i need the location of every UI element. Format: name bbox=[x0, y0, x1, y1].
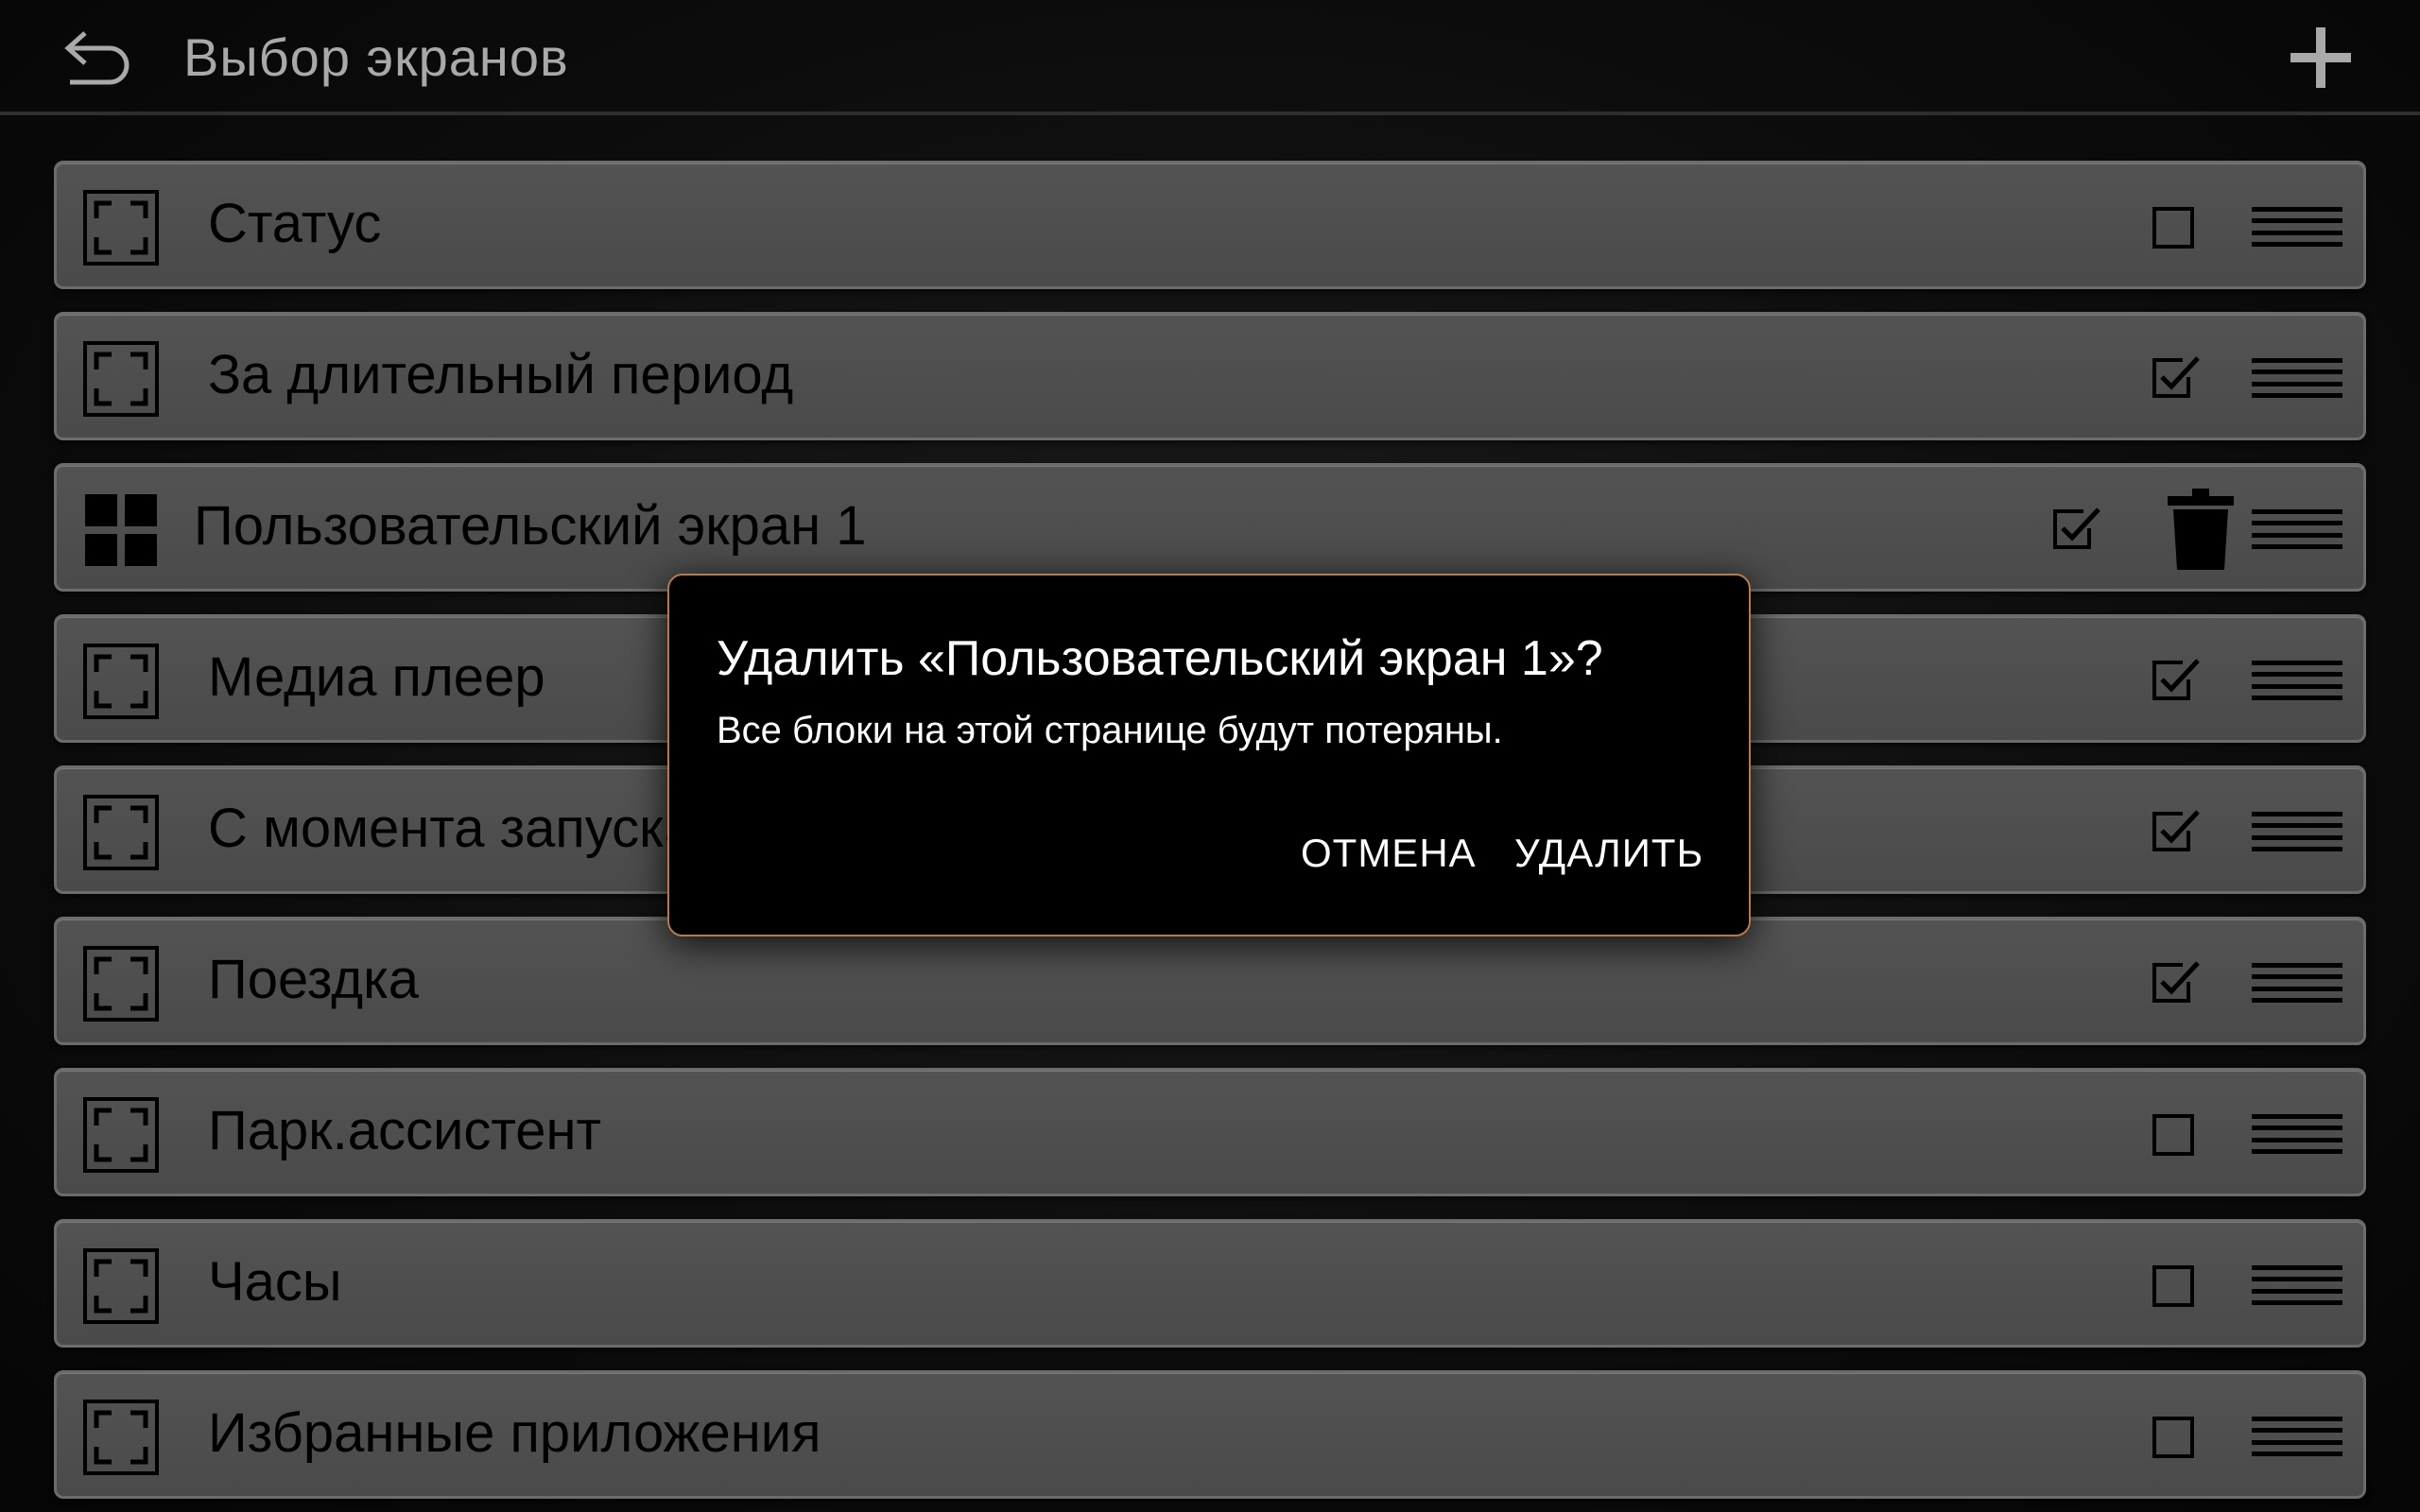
frame-icon bbox=[83, 1400, 159, 1475]
drag-handle-icon[interactable] bbox=[2252, 1415, 2342, 1458]
screen-row[interactable]: Пользовательский экран 1 bbox=[54, 463, 2366, 592]
screen-row-label: Парк.ассистент bbox=[208, 1100, 602, 1161]
screen-row-label: Статус bbox=[208, 193, 382, 254]
screen-row[interactable]: Статус bbox=[54, 161, 2366, 289]
frame-icon bbox=[83, 341, 159, 417]
screen-row[interactable]: Парк.ассистент bbox=[54, 1068, 2366, 1196]
checkbox-checked-icon[interactable] bbox=[2151, 957, 2204, 1010]
checkbox-unchecked-icon[interactable] bbox=[2151, 1260, 2204, 1313]
add-screen-button[interactable] bbox=[2278, 15, 2363, 100]
drag-handle-icon[interactable] bbox=[2252, 1112, 2342, 1156]
screen-row[interactable]: Часы bbox=[54, 1219, 2366, 1348]
frame-icon bbox=[83, 795, 159, 870]
back-button[interactable] bbox=[49, 19, 144, 96]
dialog-message: Все блоки на этой странице будут потерян… bbox=[717, 710, 1503, 751]
frame-icon bbox=[83, 644, 159, 719]
trash-icon[interactable] bbox=[2160, 487, 2241, 572]
checkbox-checked-icon[interactable] bbox=[2151, 655, 2204, 708]
checkbox-unchecked-icon[interactable] bbox=[2151, 1411, 2204, 1464]
frame-icon bbox=[83, 1248, 159, 1324]
screen-row[interactable]: Избранные приложения bbox=[54, 1370, 2366, 1499]
drag-handle-icon[interactable] bbox=[2252, 356, 2342, 400]
screen-row-label: С момента запуска bbox=[208, 798, 696, 859]
frame-icon bbox=[83, 946, 159, 1022]
checkbox-checked-icon[interactable] bbox=[2151, 352, 2204, 405]
cancel-button[interactable]: ОТМЕНА bbox=[1295, 823, 1482, 884]
frame-icon bbox=[83, 1097, 159, 1173]
screen-row[interactable]: За длительный период bbox=[54, 312, 2366, 440]
screen-row-label: За длительный период bbox=[208, 344, 794, 405]
drag-handle-icon[interactable] bbox=[2252, 810, 2342, 853]
dialog-title: Удалить «Пользовательский экран 1»? bbox=[717, 631, 1603, 686]
screen-row-label: Часы bbox=[208, 1251, 342, 1313]
delete-confirmation-dialog: Удалить «Пользовательский экран 1»? Все … bbox=[667, 574, 1751, 936]
screen-row-label: Пользовательский экран 1 bbox=[194, 495, 867, 557]
grid-icon bbox=[83, 492, 159, 568]
drag-handle-icon[interactable] bbox=[2252, 659, 2342, 702]
delete-button[interactable]: УДАЛИТЬ bbox=[1509, 823, 1709, 884]
screen-row-label: Медиа плеер bbox=[208, 646, 545, 708]
header-bar: Выбор экранов bbox=[0, 0, 2420, 115]
screen-row-label: Поездка bbox=[208, 949, 419, 1010]
checkbox-unchecked-icon[interactable] bbox=[2151, 1108, 2204, 1161]
checkbox-unchecked-icon[interactable] bbox=[2151, 201, 2204, 254]
checkbox-checked-icon[interactable] bbox=[2151, 806, 2204, 859]
frame-icon bbox=[83, 190, 159, 266]
drag-handle-icon[interactable] bbox=[2252, 961, 2342, 1005]
back-arrow-icon bbox=[64, 31, 130, 85]
drag-handle-icon[interactable] bbox=[2252, 205, 2342, 249]
plus-icon bbox=[2290, 27, 2351, 88]
screen-row-label: Избранные приложения bbox=[208, 1402, 821, 1464]
page-title: Выбор экранов bbox=[183, 27, 569, 87]
drag-handle-icon[interactable] bbox=[2252, 1263, 2342, 1307]
drag-handle-icon[interactable] bbox=[2252, 507, 2342, 551]
screen-selection-page: Выбор экранов Статус За длительный период… bbox=[0, 0, 2420, 1512]
checkbox-checked-icon[interactable] bbox=[2051, 504, 2104, 557]
